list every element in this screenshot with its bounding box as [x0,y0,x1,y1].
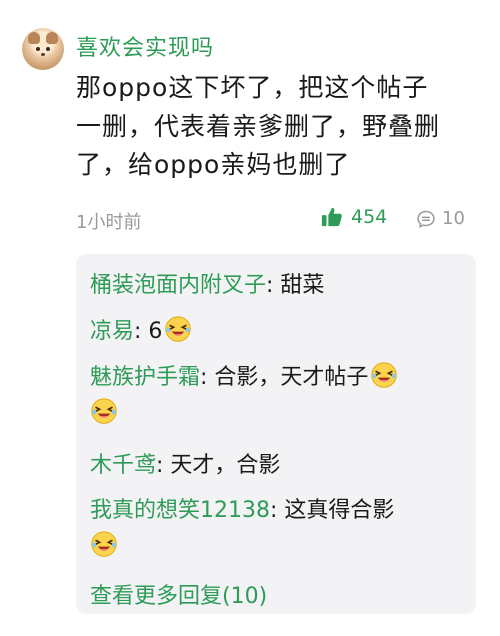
reply-button[interactable]: 10 [416,208,465,229]
reply-item[interactable]: 魅族护手霜: 合影，天才帖子 [90,359,398,391]
comment-username[interactable]: 喜欢会实现吗 [76,30,214,62]
view-more-replies-link[interactable]: 查看更多回复(10) [90,578,267,610]
reply-text: : 6 [134,319,163,344]
reply-username[interactable]: 我真的想笑12138 [90,498,270,523]
replies-panel [76,254,476,614]
avatar-eye-left [36,47,40,51]
reply-text: : 天才，合影 [156,453,281,478]
laughing-emoji-icon [165,316,192,342]
laughing-emoji-icon [371,362,398,388]
reply-count: 10 [442,208,465,229]
comment-bubble-icon [417,210,435,228]
comment-timestamp: 1小时前 [76,212,142,233]
comment-line: 那oppo这下坏了，把这个帖子 [76,73,429,102]
reply-item[interactable]: 桶装泡面内附叉子: 甜菜 [90,267,324,299]
reply-username[interactable]: 凉易 [90,319,134,344]
reply-item-wrap [90,530,118,559]
thumbs-up-icon [321,207,342,227]
like-count: 454 [351,206,388,228]
reply-item[interactable]: 木千鸢: 天才，合影 [90,447,280,479]
avatar-nose [41,53,45,56]
reply-item[interactable]: 凉易: 6 [90,313,192,345]
avatar-eye-right [46,47,50,51]
reply-text: : 合影，天才帖子 [200,365,369,390]
reply-username[interactable]: 桶装泡面内附叉子 [90,273,266,298]
reply-username[interactable]: 魅族护手霜 [90,365,200,390]
comment-content: 那oppo这下坏了，把这个帖子 一删，代表着亲爹删了，野叠删 了，给oppo亲妈… [76,69,476,185]
reply-text: : 这真得合影 [270,498,395,523]
avatar-ear-left [28,32,40,44]
reply-text: : 甜菜 [266,273,325,298]
avatar-ear-right [46,32,58,44]
laughing-emoji-icon [91,398,117,424]
reply-item[interactable]: 我真的想笑12138: 这真得合影 [90,492,394,524]
reply-username[interactable]: 木千鸢 [90,453,156,478]
comment-line: 一删，代表着亲爹删了，野叠删 [76,111,441,141]
like-button[interactable]: 454 [321,206,387,228]
reply-item-wrap [90,397,118,426]
laughing-emoji-icon [91,531,117,557]
comment-line: 了，给oppo亲妈也删了 [76,150,351,179]
avatar[interactable] [22,28,64,70]
